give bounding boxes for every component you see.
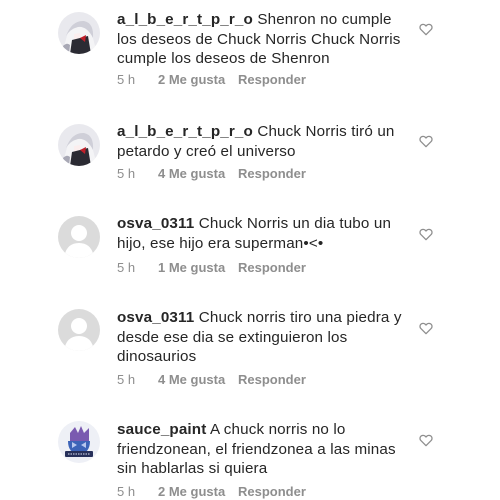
avatar[interactable] [58, 124, 100, 166]
avatar[interactable] [58, 421, 100, 463]
heart-outline-icon[interactable] [418, 133, 434, 149]
heart-outline-icon[interactable] [418, 21, 434, 37]
avatar[interactable] [58, 12, 100, 54]
comment-likes[interactable]: 4 Me gusta [158, 166, 238, 181]
comment-meta: 5 h 1 Me gusta Responder [117, 260, 306, 275]
comment-likes[interactable]: 2 Me gusta [158, 72, 238, 87]
reply-button[interactable]: Responder [238, 260, 306, 275]
comment-meta: 5 h 4 Me gusta Responder [117, 166, 306, 181]
reply-button[interactable]: Responder [238, 72, 306, 87]
avatar[interactable] [58, 309, 100, 351]
comment-likes[interactable]: 4 Me gusta [158, 372, 238, 387]
comment-time: 5 h [117, 260, 136, 275]
avatar[interactable] [58, 216, 100, 258]
comment-time: 5 h [117, 484, 136, 499]
reply-button[interactable]: Responder [238, 166, 306, 181]
reply-button[interactable]: Responder [238, 372, 306, 387]
comment-username[interactable]: osva_0311 [117, 309, 194, 326]
heart-outline-icon[interactable] [418, 320, 434, 336]
comment-username[interactable]: osva_0311 [117, 215, 194, 232]
comment-username[interactable]: a_l_b_e_r_t_p_r_o [117, 123, 253, 140]
heart-outline-icon[interactable] [418, 226, 434, 242]
comment-meta: 5 h 2 Me gusta Responder [117, 484, 306, 499]
comment-likes[interactable]: 1 Me gusta [158, 260, 238, 275]
comment-time: 5 h [117, 72, 136, 87]
comment-username[interactable]: a_l_b_e_r_t_p_r_o [117, 11, 253, 28]
comment-meta: 5 h 2 Me gusta Responder [117, 72, 306, 87]
comment-likes[interactable]: 2 Me gusta [158, 484, 238, 499]
reply-button[interactable]: Responder [238, 484, 306, 499]
heart-outline-icon[interactable] [418, 432, 434, 448]
comment-time: 5 h [117, 166, 136, 181]
comment-meta: 5 h 4 Me gusta Responder [117, 372, 306, 387]
comment-time: 5 h [117, 372, 136, 387]
comment-username[interactable]: sauce_paint [117, 421, 206, 438]
